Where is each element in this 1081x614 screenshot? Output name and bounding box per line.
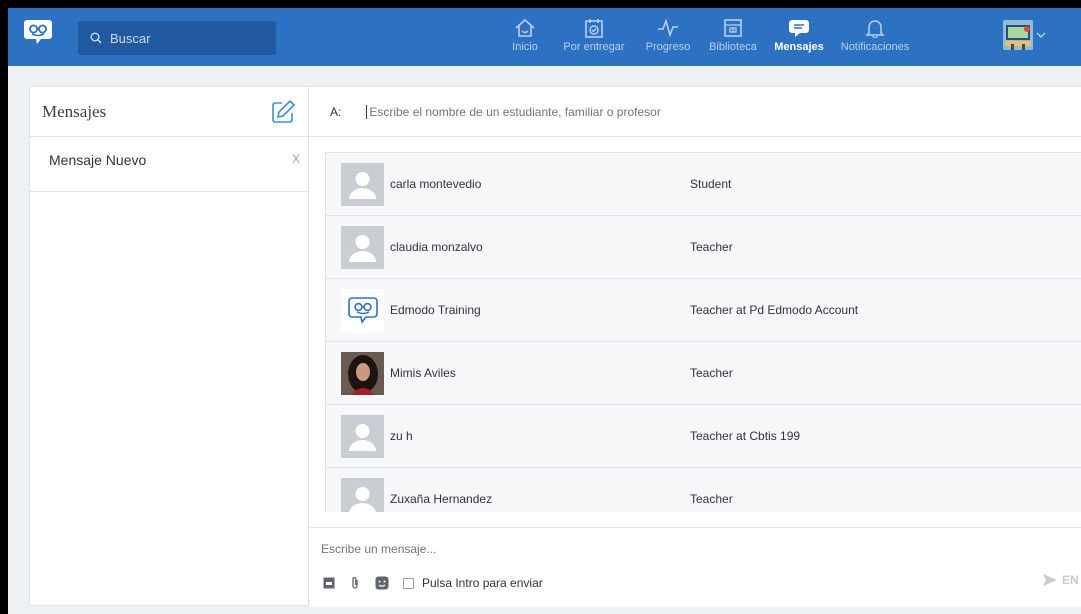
home-icon <box>515 18 535 37</box>
composer-tools: Pulsa Intro para enviar <box>323 576 543 590</box>
enter-to-send-checkbox[interactable] <box>403 577 414 589</box>
default-avatar-icon <box>341 414 384 458</box>
conversations-header: Mensajes <box>30 87 308 137</box>
suggestion-role: Teacher at Pd Edmodo Account <box>690 303 859 317</box>
suggestion-row[interactable]: Mimis Aviles Teacher <box>326 342 1081 405</box>
search-icon <box>90 32 102 44</box>
emoji-icon[interactable] <box>375 576 389 590</box>
suggestion-name: Zuxaña Hernandez <box>390 492 493 506</box>
suggestion-row[interactable]: claudia monzalvo Teacher <box>326 216 1081 279</box>
user-menu-button[interactable] <box>1003 20 1046 50</box>
library-icon <box>724 19 742 37</box>
suggestion-name: claudia monzalvo <box>390 240 483 254</box>
thread-close-button[interactable]: X <box>292 152 300 191</box>
compose-panel: A: carla montevedio Student claudia monz… <box>309 86 1081 607</box>
suggestion-role: Student <box>690 177 732 191</box>
default-avatar-icon <box>341 162 384 206</box>
nav-notificaciones[interactable]: Notificaciones <box>832 8 918 66</box>
nav-inicio-label: Inicio <box>512 41 538 53</box>
pulse-icon <box>658 18 678 38</box>
suggestion-name: carla montevedio <box>390 177 482 191</box>
suggestion-row[interactable]: Zuxaña Hernandez Teacher <box>326 468 1081 512</box>
thread-item[interactable]: Mensaje Nuevo X <box>30 137 308 192</box>
nav-progreso[interactable]: Progreso <box>636 8 700 66</box>
conversations-panel: Mensajes Mensaje Nuevo X <box>29 86 309 606</box>
conversations-title: Mensajes <box>42 101 107 121</box>
search-placeholder: Buscar <box>110 30 151 46</box>
recipient-input[interactable] <box>369 104 970 119</box>
message-input[interactable] <box>321 542 921 556</box>
compose-icon[interactable] <box>270 99 296 125</box>
nav-progreso-label: Progreso <box>645 41 691 53</box>
enter-to-send-label: Pulsa Intro para enviar <box>422 576 543 590</box>
send-button[interactable]: EN <box>1042 573 1079 587</box>
suggestion-role: Teacher <box>690 366 733 380</box>
suggestion-row[interactable]: carla montevedio Student <box>326 153 1081 216</box>
app-window: Buscar Inicio Por entregar Progreso Bibl… <box>8 8 1081 614</box>
nav-por-entregar-label: Por entregar <box>563 41 625 53</box>
nav-biblioteca-label: Biblioteca <box>709 41 757 53</box>
recipient-row: A: <box>309 87 1081 137</box>
nav-notificaciones-label: Notificaciones <box>840 41 910 53</box>
paperclip-icon[interactable] <box>349 576 361 590</box>
nav-mensajes[interactable]: Mensajes <box>766 8 832 66</box>
suggestion-name: Edmodo Training <box>390 303 481 317</box>
nav-por-entregar[interactable]: Por entregar <box>552 8 636 66</box>
recipient-suggestions: carla montevedio Student claudia monzalv… <box>325 152 1081 512</box>
suggestion-role: Teacher at Cbtis 199 <box>690 429 801 443</box>
nav-inicio[interactable]: Inicio <box>498 8 552 66</box>
text-caret <box>366 104 368 119</box>
default-avatar-icon <box>341 225 384 269</box>
user-avatar <box>1003 20 1033 50</box>
suggestion-name: zu h <box>390 429 413 443</box>
edmodo-logo-icon <box>341 288 384 332</box>
suggestion-name: Mimis Aviles <box>390 366 456 380</box>
thread-name: Mensaje Nuevo <box>49 152 147 168</box>
default-avatar-icon <box>341 477 384 512</box>
suggestion-row[interactable]: zu h Teacher at Cbtis 199 <box>326 405 1081 468</box>
message-icon <box>789 20 809 37</box>
attach-library-icon[interactable] <box>323 577 335 589</box>
message-composer: Pulsa Intro para enviar EN <box>309 527 1081 607</box>
suggestion-role: Teacher <box>690 240 733 254</box>
suggestion-role: Teacher <box>690 492 733 506</box>
main-nav: Inicio Por entregar Progreso Biblioteca … <box>498 8 918 66</box>
calendar-check-icon <box>585 19 603 38</box>
nav-mensajes-label: Mensajes <box>774 41 824 53</box>
profile-photo <box>341 351 384 395</box>
top-nav-bar: Buscar Inicio Por entregar Progreso Bibl… <box>8 8 1081 66</box>
recipient-label: A: <box>330 104 342 119</box>
chevron-down-icon <box>1036 32 1046 38</box>
edmodo-logo-icon[interactable] <box>23 18 53 46</box>
suggestion-row[interactable]: Edmodo Training Teacher at Pd Edmodo Acc… <box>326 279 1081 342</box>
nav-biblioteca[interactable]: Biblioteca <box>700 8 766 66</box>
send-icon <box>1043 574 1057 586</box>
bell-icon <box>865 20 885 38</box>
send-label: EN <box>1062 573 1079 587</box>
search-input[interactable]: Buscar <box>78 21 276 55</box>
